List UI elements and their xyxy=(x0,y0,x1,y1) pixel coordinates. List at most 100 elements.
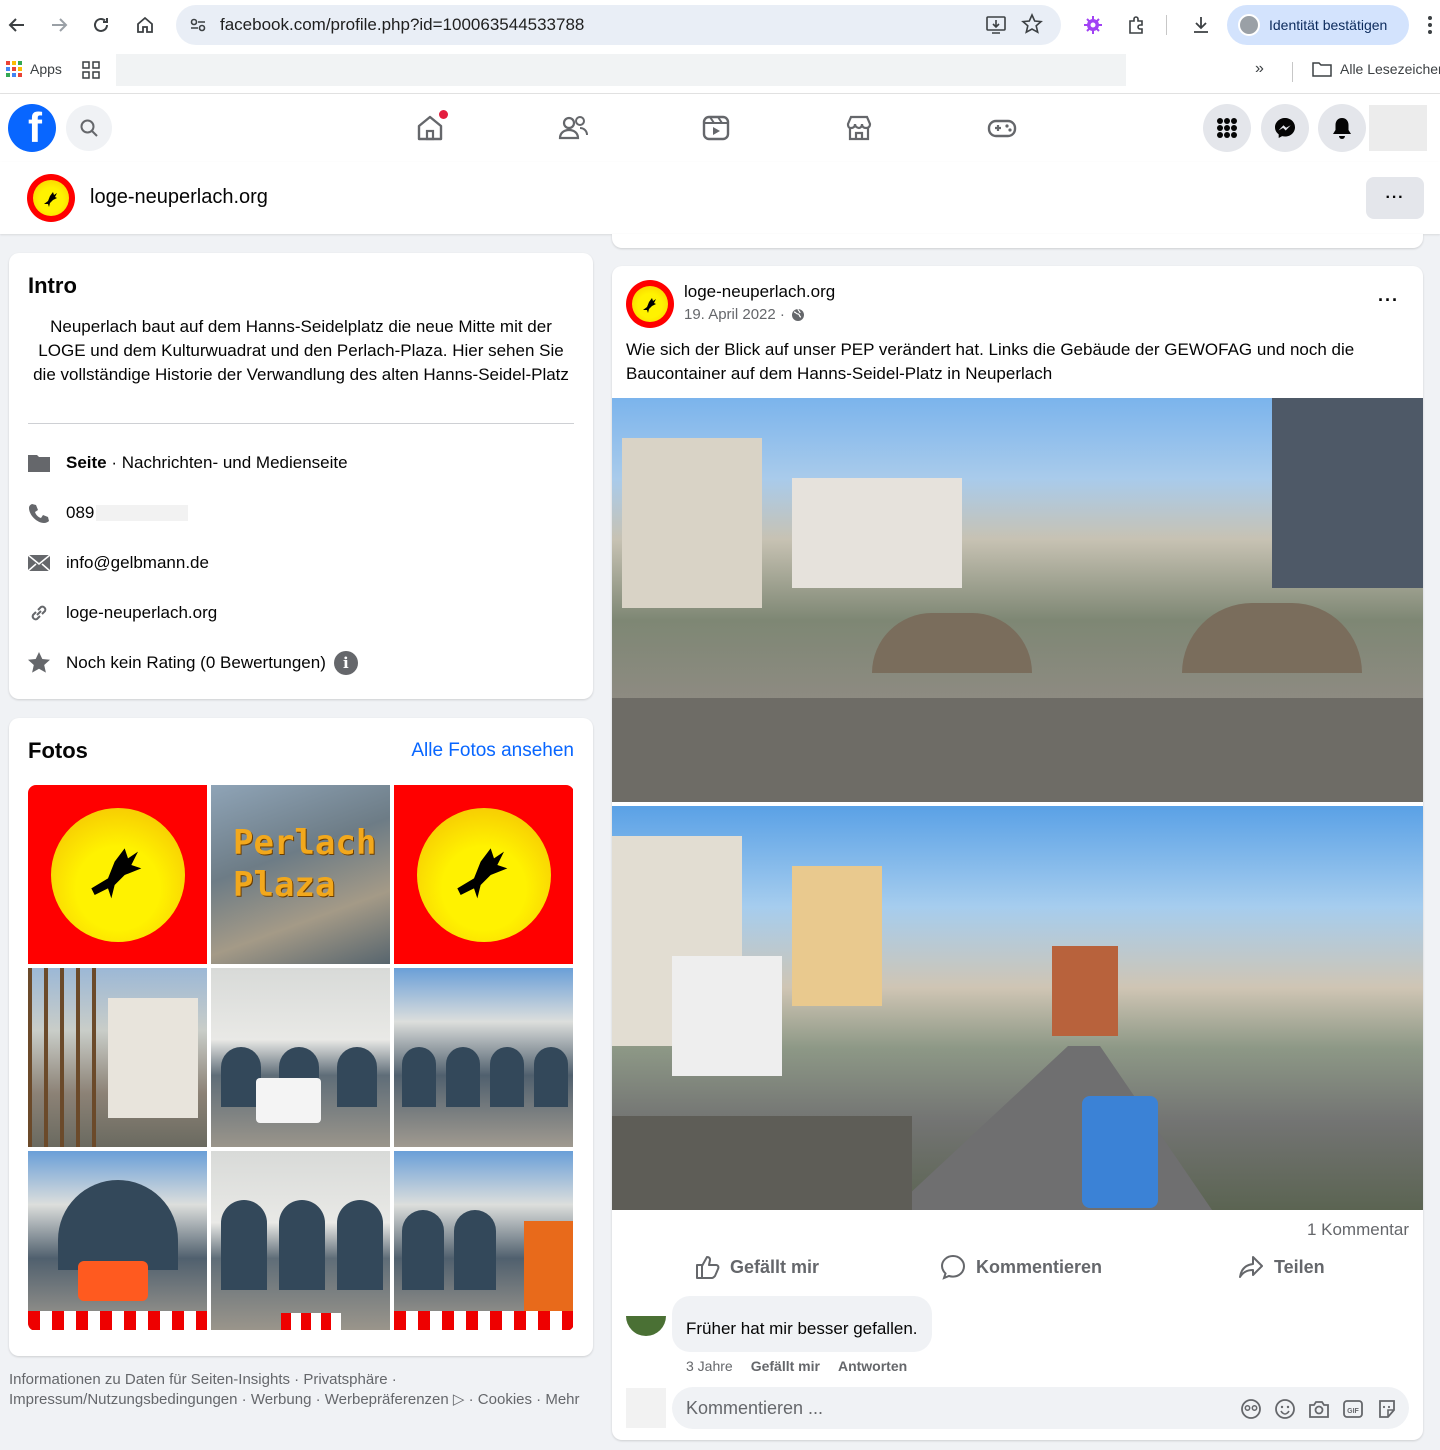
comment-button[interactable]: Kommentieren xyxy=(940,1254,1102,1280)
notification-dot xyxy=(439,110,448,119)
post-options-button[interactable]: ··· xyxy=(1378,290,1399,311)
search-icon[interactable] xyxy=(66,105,112,151)
browser-toolbar: facebook.com/profile.php?id=100063544533… xyxy=(0,0,1440,50)
home-icon[interactable] xyxy=(130,10,160,40)
menu-grid-icon[interactable] xyxy=(1203,104,1251,152)
post-author-avatar[interactable] xyxy=(626,280,674,328)
raven-logo-icon xyxy=(33,180,69,216)
identity-button-label: Identität bestätigen xyxy=(1269,17,1388,33)
bookmarks-overflow-icon[interactable]: » xyxy=(1255,60,1264,78)
more-options-button[interactable]: ··· xyxy=(1366,177,1424,219)
arch-window xyxy=(337,1200,383,1290)
footer-link-cookies[interactable]: Cookies xyxy=(478,1391,532,1408)
star-icon[interactable] xyxy=(1021,13,1043,35)
post-card: loge-neuperlach.org 19. April 2022 · ···… xyxy=(612,266,1423,1440)
barrier-shape xyxy=(281,1313,341,1330)
category-label: Seite xyxy=(66,453,107,472)
home-tab-icon[interactable] xyxy=(402,104,458,152)
post-photo-before[interactable] xyxy=(612,398,1423,802)
photo-thumbnail[interactable]: Perlach Plaza xyxy=(211,785,390,964)
footer-link-more[interactable]: Mehr xyxy=(545,1391,579,1408)
arch-window xyxy=(402,1210,444,1290)
footer-link-ad-choices[interactable]: Werbepräferenzen xyxy=(325,1391,449,1408)
photo-thumbnail[interactable] xyxy=(28,968,207,1147)
profile-avatar[interactable] xyxy=(1369,105,1427,151)
url-text[interactable]: facebook.com/profile.php?id=100063544533… xyxy=(220,15,584,35)
photos-heading: Fotos xyxy=(28,738,88,763)
arch-window xyxy=(58,1180,178,1270)
bell-icon[interactable] xyxy=(1318,104,1366,152)
back-icon[interactable] xyxy=(2,10,32,40)
see-all-photos-link[interactable]: Alle Fotos ansehen xyxy=(411,740,574,762)
post-text: Wie sich der Blick auf unser PEP verände… xyxy=(626,340,1355,383)
install-icon[interactable] xyxy=(985,14,1007,36)
apps-shortcut[interactable]: Apps xyxy=(6,61,62,77)
like-button[interactable]: Gefällt mir xyxy=(694,1254,819,1280)
all-bookmarks-button[interactable]: Alle Lesezeichen xyxy=(1312,61,1440,77)
shelter-roof-shape xyxy=(1182,603,1362,673)
toolbar-divider xyxy=(1166,15,1167,35)
photo-thumbnail[interactable] xyxy=(394,1151,573,1330)
arch-window xyxy=(221,1047,261,1107)
puzzle-icon[interactable] xyxy=(1122,10,1152,40)
comment-input[interactable]: Kommentieren ... GIF xyxy=(672,1387,1409,1429)
email-address[interactable]: info@gelbmann.de xyxy=(66,553,209,573)
camera-icon[interactable] xyxy=(1307,1397,1331,1421)
emoji-icon[interactable] xyxy=(1273,1397,1297,1421)
post-photo-after[interactable] xyxy=(612,806,1423,1210)
video-icon[interactable] xyxy=(688,104,744,152)
kebab-icon[interactable] xyxy=(1420,10,1440,40)
arch-window xyxy=(221,1200,267,1290)
info-icon[interactable]: i xyxy=(333,651,358,675)
post-author[interactable]: loge-neuperlach.org xyxy=(684,282,835,302)
share-button[interactable]: Teilen xyxy=(1238,1254,1325,1280)
website-link[interactable]: loge-neuperlach.org xyxy=(66,603,217,623)
site-info-icon[interactable] xyxy=(188,15,208,35)
lift-shape xyxy=(78,1261,148,1301)
avatar-sticker-icon[interactable] xyxy=(1239,1397,1263,1421)
phone-icon xyxy=(26,500,52,526)
photo-thumbnail[interactable] xyxy=(28,1151,207,1330)
comment-age[interactable]: 3 Jahre xyxy=(686,1358,733,1374)
intro-card: Intro Neuperlach baut auf dem Hanns-Seid… xyxy=(9,253,593,699)
extension-icon[interactable] xyxy=(1078,10,1108,40)
photo-thumbnail[interactable] xyxy=(211,1151,390,1330)
page-name[interactable]: loge-neuperlach.org xyxy=(90,186,268,209)
identity-button[interactable]: Identität bestätigen xyxy=(1227,5,1409,45)
download-icon[interactable] xyxy=(1186,10,1216,40)
tab-groups-icon[interactable] xyxy=(82,61,100,79)
footer-link-terms[interactable]: Impressum/Nutzungsbedingungen xyxy=(9,1391,237,1408)
footer-link-ads[interactable]: Werbung xyxy=(251,1391,312,1408)
footer-link-insights[interactable]: Informationen zu Daten für Seiten-Insigh… xyxy=(9,1371,290,1388)
arch-window xyxy=(337,1047,377,1107)
comment-reply-link[interactable]: Antworten xyxy=(838,1358,907,1374)
facebook-top-nav: f xyxy=(0,94,1440,162)
sticker-icon[interactable] xyxy=(1375,1397,1399,1421)
address-bar[interactable]: facebook.com/profile.php?id=100063544533… xyxy=(176,5,1061,45)
all-bookmarks-label: Alle Lesezeichen xyxy=(1340,61,1440,77)
comment-count[interactable]: 1 Kommentar xyxy=(1307,1220,1409,1240)
photo-thumbnail[interactable] xyxy=(394,968,573,1147)
friends-icon[interactable] xyxy=(545,104,601,152)
comment-text: Früher hat mir besser gefallen. xyxy=(686,1319,918,1338)
reload-icon[interactable] xyxy=(86,10,116,40)
page-logo[interactable] xyxy=(27,174,75,222)
category-value: · Nachrichten- und Medienseite xyxy=(106,453,348,472)
share-icon xyxy=(1239,1256,1263,1278)
marketplace-icon[interactable] xyxy=(831,104,887,152)
comment-like-link[interactable]: Gefällt mir xyxy=(751,1358,820,1374)
phone-row: 089 xyxy=(26,498,189,528)
footer-link-privacy[interactable]: Privatsphäre xyxy=(303,1371,387,1388)
messenger-icon[interactable] xyxy=(1261,104,1309,152)
gif-icon[interactable]: GIF xyxy=(1341,1397,1365,1421)
post-date[interactable]: 19. April 2022 · xyxy=(684,306,805,323)
facebook-logo-icon[interactable]: f xyxy=(8,104,56,152)
photo-thumbnail[interactable] xyxy=(394,785,573,964)
forward-icon[interactable] xyxy=(44,10,74,40)
comment-bubble: Früher hat mir besser gefallen. xyxy=(672,1296,932,1352)
commenter-avatar[interactable] xyxy=(626,1296,666,1336)
photo-thumbnail[interactable] xyxy=(211,968,390,1147)
ground-shape xyxy=(612,698,1423,802)
gaming-icon[interactable] xyxy=(974,104,1030,152)
photo-thumbnail[interactable] xyxy=(28,785,207,964)
